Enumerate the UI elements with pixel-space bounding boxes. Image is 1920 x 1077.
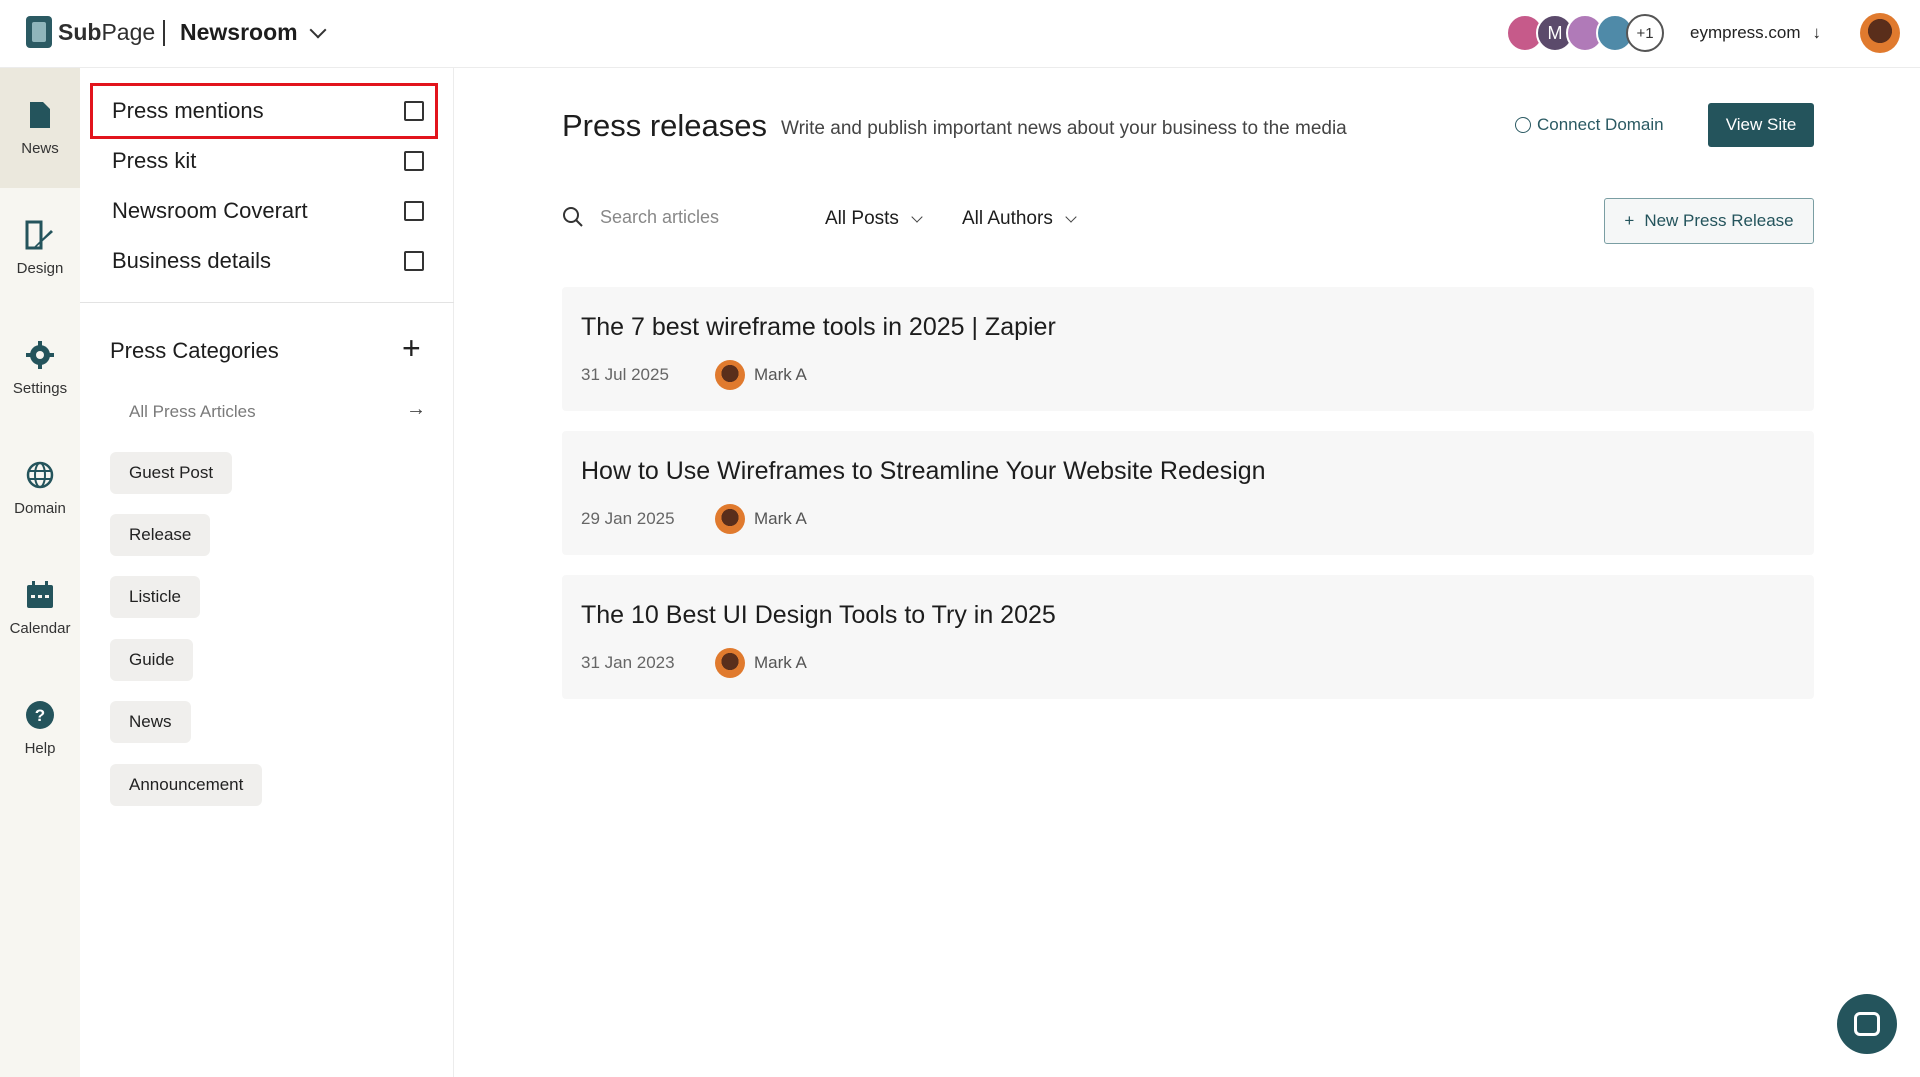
all-authors-dropdown[interactable]: All Authors [962,208,1077,230]
design-icon [25,220,55,250]
article-title[interactable]: The 10 Best UI Design Tools to Try in 20… [581,601,1056,630]
header-divider [163,20,165,46]
more-avatars-badge[interactable]: +1 [1626,14,1664,52]
domain-selector[interactable]: eympress.com ↓ [1690,23,1821,43]
gear-icon [25,340,55,370]
user-avatar[interactable] [1860,13,1900,53]
filter-label: All Authors [962,208,1053,229]
globe-icon [1515,117,1531,133]
filter-label: All Posts [825,208,899,229]
connect-domain-label: Connect Domain [1537,115,1664,134]
press-categories-title: Press Categories [110,338,279,363]
globe-icon [25,460,55,490]
rail-item-news[interactable]: News [0,68,80,188]
article-date: 29 Jan 2025 [581,509,675,528]
image-icon [404,201,424,221]
menu-label: Business details [112,248,271,273]
article-card[interactable]: The 7 best wireframe tools in 2025 | Zap… [562,287,1814,411]
menu-label: Newsroom Coverart [112,198,308,223]
all-press-articles-link[interactable]: All Press Articles [129,402,256,422]
menu-item-press-kit[interactable]: Press kit [92,135,436,187]
chevron-down-icon [309,21,327,38]
menu-item-newsroom-coverart[interactable]: Newsroom Coverart [92,185,436,237]
search-box[interactable] [562,206,790,228]
menu-item-business-details[interactable]: Business details [92,235,436,287]
logo-text: SubPage [58,18,156,45]
category-chip[interactable]: Announcement [110,764,263,806]
article-title[interactable]: How to Use Wireframes to Streamline Your… [581,457,1266,486]
nav-rail: News Design Settings Domain Calendar ? H… [0,68,80,1077]
chat-icon [1854,1012,1880,1036]
logo-icon [26,16,52,48]
article-author: Mark A [754,509,807,528]
article-card[interactable]: The 10 Best UI Design Tools to Try in 20… [562,575,1814,699]
article-date: 31 Jan 2023 [581,653,675,672]
arrow-down-icon: ↓ [1812,23,1822,42]
category-chip[interactable]: Listicle [110,576,200,618]
rail-label: Calendar [9,619,71,637]
category-chip[interactable]: News [110,701,191,743]
search-input[interactable] [600,206,790,228]
newspaper-icon [404,101,424,121]
top-bar: SubPage Newsroom M +1 eympress.com ↓ [0,0,1920,68]
rail-label: Design [16,259,64,277]
author-avatar [715,504,745,534]
plus-icon: + [1624,211,1635,230]
author-avatar [715,360,745,390]
workspace-switcher[interactable]: Newsroom [180,19,327,46]
article-title[interactable]: The 7 best wireframe tools in 2025 | Zap… [581,313,1056,342]
article-date: 31 Jul 2025 [581,365,669,384]
help-icon: ? [25,700,55,730]
arrow-right-icon[interactable]: → [406,398,426,421]
add-category-button[interactable]: + [402,330,421,367]
rail-label: Domain [14,499,66,517]
chat-support-button[interactable] [1837,994,1897,1054]
rail-item-design[interactable]: Design [0,188,80,308]
article-author: Mark A [754,653,807,672]
rail-label: News [21,139,59,157]
briefcase-icon [404,251,424,271]
kit-icon [404,151,424,171]
workspace-name: Newsroom [180,19,298,45]
rail-item-calendar[interactable]: Calendar [0,548,80,668]
article-author: Mark A [754,365,807,384]
category-chip[interactable]: Guide [110,639,194,681]
rail-label: Help [24,739,56,757]
domain-label: eympress.com [1690,23,1801,42]
all-posts-dropdown[interactable]: All Posts [825,208,923,230]
collaborator-avatars[interactable]: M +1 [1506,14,1664,52]
new-press-release-button[interactable]: + New Press Release [1604,198,1814,244]
menu-label: Press kit [112,148,197,173]
menu-item-press-mentions[interactable]: Press mentions [90,83,438,139]
menu-label: Press mentions [112,98,264,123]
main-content: Press releases Write and publish importa… [455,68,1920,1077]
author-avatar [715,648,745,678]
panel-divider [80,302,454,303]
page-subtitle: Write and publish important news about y… [781,118,1347,139]
rail-item-domain[interactable]: Domain [0,428,80,548]
chevron-down-icon [1065,210,1077,223]
calendar-icon [25,580,55,610]
svg-text:?: ? [35,706,45,725]
chevron-down-icon [911,210,923,223]
newsroom-panel: Press mentions Press kit Newsroom Covera… [80,68,454,1077]
category-chip[interactable]: Guest Post [110,452,233,494]
rail-label: Settings [12,379,68,397]
rail-item-help[interactable]: ? Help [0,668,80,788]
new-press-release-label: New Press Release [1644,211,1794,230]
page-title: Press releases [562,108,768,143]
view-site-button[interactable]: View Site [1708,103,1814,147]
search-icon [563,207,583,227]
subpage-logo[interactable]: SubPage [26,16,155,48]
article-card[interactable]: How to Use Wireframes to Streamline Your… [562,431,1814,555]
rail-item-settings[interactable]: Settings [0,308,80,428]
connect-domain-link[interactable]: Connect Domain [1515,115,1664,135]
document-icon [25,100,55,130]
category-chip[interactable]: Release [110,514,211,556]
